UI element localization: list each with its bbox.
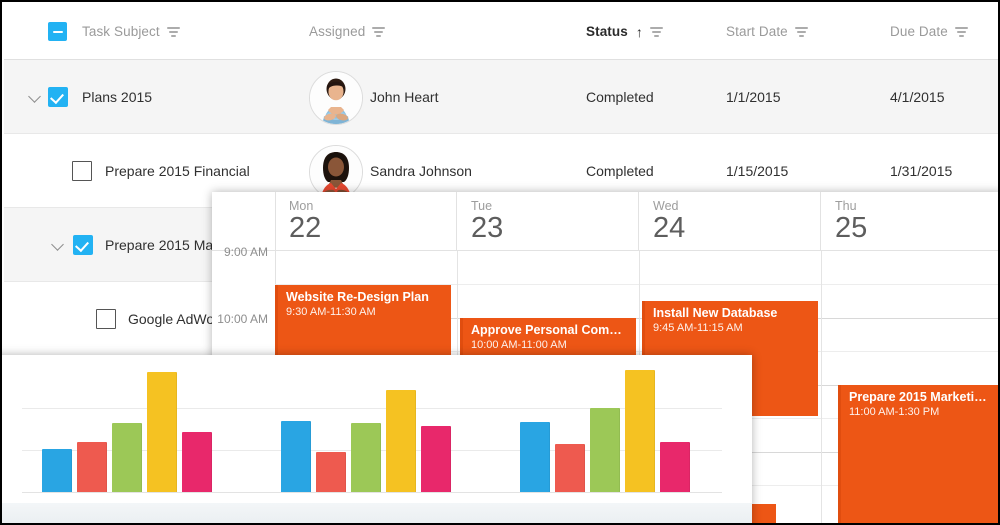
column-header-status[interactable]: Status ↑ (586, 4, 663, 59)
chart-plot-area (2, 355, 752, 523)
bar-g1-s5[interactable] (182, 432, 212, 492)
chevron-down-icon[interactable] (30, 92, 41, 103)
chart-footer (2, 503, 752, 523)
day-of-week-label: Tue (471, 199, 493, 213)
day-header-mon[interactable]: Mon 22 (275, 192, 457, 250)
appointment-title: Approve Personal Computer… (471, 323, 628, 337)
day-of-week-label: Mon (289, 199, 314, 213)
day-divider (821, 251, 822, 523)
filter-icon[interactable] (794, 26, 808, 37)
time-label: 9:00 AM (223, 245, 268, 259)
app-window: Task Subject Assigned Status ↑ Start Dat… (0, 0, 1000, 525)
bar-g3-s3[interactable] (590, 408, 620, 492)
day-of-week-label: Wed (653, 199, 679, 213)
cell-task-subject: Plans 2015 (82, 88, 153, 105)
bar-g1-s3[interactable] (112, 423, 142, 492)
appointment-prepare-2015-marketing-plan[interactable]: Prepare 2015 Marketing Plan 11:00 AM-1:3… (838, 385, 998, 523)
scheduler-corner-cell (212, 192, 276, 250)
bar-g2-s1[interactable] (281, 421, 311, 492)
select-all-checkbox[interactable] (48, 22, 67, 41)
column-header-label: Status (586, 24, 628, 39)
scheduler-header: Mon 22 Tue 23 Wed 24 Thu 25 (212, 192, 998, 251)
cell-status: Completed (586, 88, 654, 105)
bar-g1-s1[interactable] (42, 449, 72, 492)
column-header-label: Start Date (726, 24, 788, 39)
sort-ascending-icon[interactable]: ↑ (636, 25, 643, 39)
cell-task-subject: Prepare 2015 Mark (105, 236, 225, 253)
row-checkbox[interactable] (72, 160, 92, 181)
chevron-down-icon[interactable] (53, 240, 64, 251)
column-header-task-subject[interactable]: Task Subject (82, 4, 180, 59)
day-number-label: 23 (471, 212, 504, 244)
filter-icon[interactable] (166, 26, 180, 37)
day-number-label: 22 (289, 212, 322, 244)
day-number-label: 25 (835, 212, 868, 244)
grid-header-row: Task Subject Assigned Status ↑ Start Dat… (4, 4, 998, 60)
avatar (309, 70, 363, 125)
bar-g3-s1[interactable] (520, 422, 550, 492)
day-of-week-label: Thu (835, 199, 857, 213)
row-checkbox[interactable] (96, 308, 116, 329)
bar-g1-s4[interactable] (147, 372, 177, 492)
bar-chart-panel (2, 355, 752, 523)
appointment-time: 9:45 AM-11:15 AM (653, 322, 743, 334)
appointment-title: Website Re-Design Plan (286, 290, 429, 304)
avatar (309, 144, 363, 199)
filter-icon[interactable] (649, 26, 663, 37)
row-checkbox[interactable] (73, 234, 93, 255)
column-header-due-date[interactable]: Due Date (890, 4, 968, 59)
day-number-label: 24 (653, 212, 686, 244)
filter-icon[interactable] (372, 26, 386, 37)
appointment-time: 10:00 AM-11:00 AM (471, 339, 567, 351)
appointment-time: 9:30 AM-11:30 AM (286, 306, 376, 318)
table-row[interactable]: Plans 2015 John Heart Completed 1/1/2015… (4, 60, 998, 134)
cell-assigned: John Heart (370, 88, 439, 105)
row-checkbox[interactable] (48, 86, 68, 107)
bar-g2-s3[interactable] (351, 423, 381, 492)
filter-icon[interactable] (954, 26, 968, 37)
bar-g3-s5[interactable] (660, 442, 690, 492)
column-header-assigned[interactable]: Assigned (309, 4, 386, 59)
appointment-time: 11:00 AM-1:30 PM (849, 406, 940, 418)
day-header-tue[interactable]: Tue 23 (457, 192, 639, 250)
bar-g2-s2[interactable] (316, 452, 346, 492)
column-header-label: Task Subject (82, 24, 160, 39)
bar-g2-s5[interactable] (421, 426, 451, 492)
appointment-title: Install New Database (653, 306, 778, 320)
cell-start-date: 1/1/2015 (726, 88, 781, 105)
bar-g1-s2[interactable] (77, 442, 107, 492)
bar-g2-s4[interactable] (386, 390, 416, 492)
column-header-label: Assigned (309, 24, 366, 39)
time-label: 10:00 AM (217, 312, 268, 326)
column-header-start-date[interactable]: Start Date (726, 4, 808, 59)
day-header-thu[interactable]: Thu 25 (821, 192, 998, 250)
column-header-label: Due Date (890, 24, 948, 39)
x-axis (22, 492, 722, 493)
day-header-wed[interactable]: Wed 24 (639, 192, 821, 250)
bar-g3-s4[interactable] (625, 370, 655, 492)
cell-due-date: 4/1/2015 (890, 88, 945, 105)
appointment-title: Prepare 2015 Marketing Plan (849, 390, 994, 404)
bar-g3-s2[interactable] (555, 444, 585, 492)
